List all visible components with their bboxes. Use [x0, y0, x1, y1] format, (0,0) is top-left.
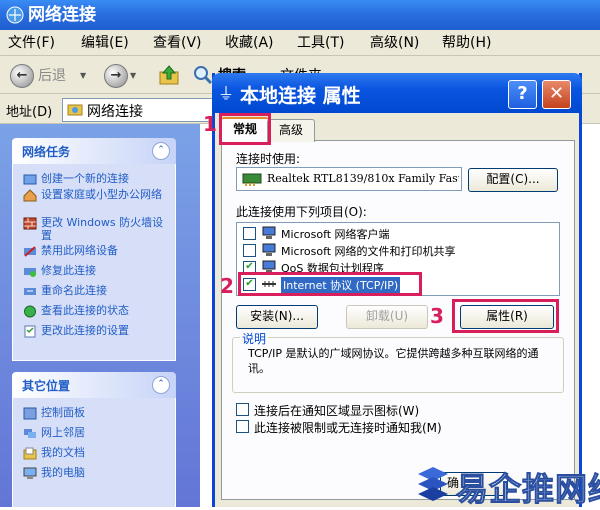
network-client-icon — [262, 226, 276, 239]
network-tasks-title: 网络任务 — [22, 145, 71, 159]
task-pane: 网络任务 ⌃ 创建一个新的连接 设置家庭或小型办公网络 更改 Windows 防… — [0, 124, 200, 508]
tab-advanced[interactable]: 高级 — [267, 119, 315, 142]
highlight-tcpip-item — [238, 272, 422, 296]
items-label: 此连接使用下列项目(O): — [236, 205, 367, 219]
place-label: 控制面板 — [41, 406, 85, 419]
task-label: 禁用此网络设备 — [41, 244, 118, 257]
firewall-icon — [23, 217, 37, 230]
network-plug-icon: ⏚ — [218, 84, 235, 103]
list-item[interactable]: Microsoft 网络的文件和打印机共享 — [243, 242, 555, 258]
address-field[interactable]: 网络连接 — [62, 98, 224, 122]
annotation-1: 1 — [203, 112, 217, 136]
place-label: 网上邻居 — [41, 426, 85, 439]
file-share-icon — [262, 243, 276, 256]
menu-help[interactable]: 帮助(H) — [442, 30, 491, 56]
description-title: 说明 — [240, 330, 269, 347]
network-neighborhood-icon — [24, 429, 36, 438]
annotation-3: 3 — [430, 304, 444, 328]
menu-file[interactable]: 文件(F) — [8, 30, 55, 56]
connect-using-label: 连接时使用: — [236, 152, 301, 166]
explorer-title-bar: 网络连接 — [0, 0, 600, 30]
checkbox[interactable] — [236, 403, 249, 416]
menu-advanced[interactable]: 高级(N) — [370, 30, 419, 56]
arrow-left-icon: ← — [16, 68, 28, 83]
configure-button[interactable]: 配置(C)... — [468, 168, 558, 192]
place-label: 我的文档 — [41, 446, 85, 459]
annotation-2: 2 — [220, 274, 234, 298]
network-tasks-header[interactable]: 网络任务 ⌃ — [12, 138, 176, 164]
menu-favorites[interactable]: 收藏(A) — [225, 30, 274, 56]
forward-dropdown-icon[interactable]: ▼ — [130, 71, 136, 80]
network-connections-icon — [6, 6, 24, 24]
address-label: 地址(D) — [6, 105, 53, 120]
list-item-label: Microsoft 网络的文件和打印机共享 — [281, 245, 456, 258]
notify-option[interactable]: 此连接被限制或无连接时通知我(M) — [236, 419, 536, 435]
checkbox[interactable] — [243, 227, 256, 240]
description-text: TCP/IP 是默认的广域网协议。它提供跨越多种互联网络的通讯。 — [248, 347, 539, 375]
menu-view[interactable]: 查看(V) — [153, 30, 202, 56]
status-icon — [24, 305, 36, 318]
task-label: 修复此连接 — [41, 264, 96, 277]
settings-icon — [24, 325, 36, 338]
list-item-label: Microsoft 网络客户端 — [281, 228, 390, 241]
other-places-body: 控制面板 网上邻居 我的文档 我的电脑 — [12, 398, 176, 508]
back-label: 后退 — [38, 68, 66, 84]
place-label: 我的电脑 — [41, 466, 85, 479]
back-button[interactable]: ← — [10, 64, 34, 88]
task-label: 设置家庭或小型办公网络 — [41, 188, 162, 201]
task-label: 查看此连接的状态 — [41, 304, 129, 317]
menu-tools[interactable]: 工具(T) — [297, 30, 344, 56]
show-icon-label: 连接后在通知区域显示图标(W) — [254, 404, 420, 418]
control-panel-icon — [23, 407, 37, 420]
dialog-title-bar: ⏚ 本地连接 属性 ? ✕ — [212, 73, 582, 113]
disable-device-icon — [24, 246, 36, 257]
notify-label: 此连接被限制或无连接时通知我(M) — [254, 421, 442, 435]
other-places-title: 其它位置 — [22, 379, 71, 393]
network-adapter-icon — [242, 173, 262, 186]
up-folder-icon[interactable] — [158, 64, 180, 86]
home-network-icon — [23, 189, 37, 202]
highlight-properties-button — [452, 299, 559, 333]
collapse-up-icon[interactable]: ⌃ — [152, 142, 170, 160]
menu-edit[interactable]: 编辑(E) — [81, 30, 129, 56]
other-places-panel: 其它位置 ⌃ 控制面板 网上邻居 我的文档 我的电脑 — [12, 372, 176, 508]
network-tasks-body: 创建一个新的连接 设置家庭或小型办公网络 更改 Windows 防火墙设置 禁用… — [12, 164, 176, 361]
watermark-logo-icon — [418, 467, 448, 501]
adapter-field: Realtek RTL8139/810x Family Fast Etherne… — [236, 167, 462, 191]
network-folder-icon — [67, 104, 83, 116]
address-value: 网络连接 — [87, 104, 143, 120]
help-button[interactable]: ? — [508, 80, 537, 109]
watermark: 易企推网络 — [414, 460, 600, 509]
watermark-text: 易企推网络 — [455, 470, 600, 509]
back-dropdown-icon[interactable]: ▼ — [80, 71, 86, 80]
checkbox[interactable] — [236, 420, 249, 433]
search-icon[interactable] — [192, 64, 214, 86]
my-documents-icon — [23, 447, 37, 460]
menu-bar: 文件(F) 编辑(E) 查看(V) 收藏(A) 工具(T) 高级(N) 帮助(H… — [0, 30, 600, 56]
collapse-up-icon[interactable]: ⌃ — [152, 376, 170, 394]
uninstall-button: 卸载(U) — [346, 305, 428, 329]
repair-icon — [24, 268, 36, 277]
task-label: 重命名此连接 — [41, 284, 107, 297]
show-icon-option[interactable]: 连接后在通知区域显示图标(W) — [236, 402, 536, 418]
other-places-header[interactable]: 其它位置 ⌃ — [12, 372, 176, 398]
network-tasks-panel: 网络任务 ⌃ 创建一个新的连接 设置家庭或小型办公网络 更改 Windows 防… — [12, 138, 176, 361]
close-button[interactable]: ✕ — [542, 80, 571, 109]
new-connection-icon — [23, 174, 37, 185]
task-label: 创建一个新的连接 — [41, 172, 129, 185]
highlight-general-tab — [219, 113, 271, 145]
arrow-right-icon: → — [110, 68, 122, 83]
adapter-name: Realtek RTL8139/810x Family Fast Etherne… — [267, 172, 459, 185]
my-computer-icon — [23, 467, 37, 479]
task-label: 更改此连接的设置 — [41, 324, 129, 337]
list-item[interactable]: Microsoft 网络客户端 — [243, 225, 555, 241]
explorer-title: 网络连接 — [28, 5, 96, 25]
forward-button[interactable]: → — [104, 64, 128, 88]
rename-icon — [24, 288, 36, 295]
install-button[interactable]: 安装(N)... — [236, 305, 318, 329]
dialog-title: 本地连接 属性 — [240, 85, 361, 107]
checkbox[interactable] — [243, 244, 256, 257]
task-label: 更改 Windows 防火墙设置 — [41, 216, 164, 242]
